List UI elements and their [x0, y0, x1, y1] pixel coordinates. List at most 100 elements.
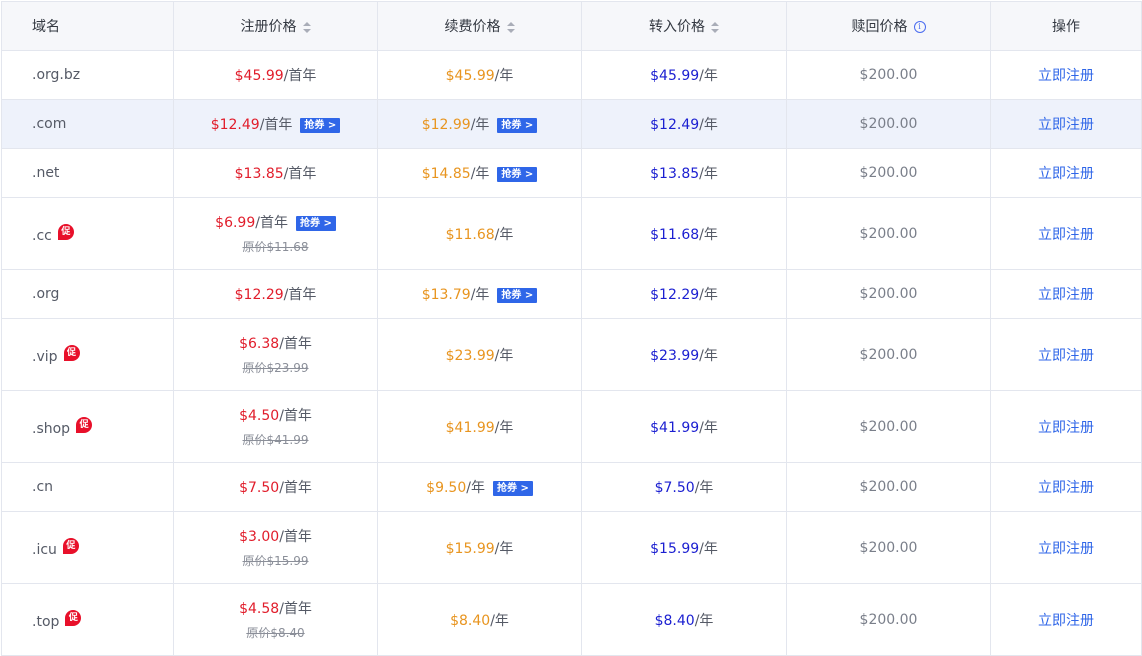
domain-name: .cn: [32, 479, 54, 495]
register-price: $4.58: [239, 601, 280, 617]
cell-redeem-price: $200.00: [786, 583, 991, 656]
cell-action: 立即注册: [990, 197, 1142, 270]
cell-redeem-price: $200.00: [786, 390, 991, 463]
register-now-link[interactable]: 立即注册: [1038, 348, 1094, 364]
table-row: .org.bz $45.99/首年 $45.99/年 $45.99/年 $200.00 立…: [1, 50, 1142, 100]
transfer-price: $11.68: [650, 226, 700, 243]
transfer-price: $23.99: [650, 347, 700, 364]
table-row: .vip 促 $6.38/首年 原价$23.99 $23.99/年 $23.99/年 $20…: [1, 318, 1142, 391]
original-price: 原价$11.68: [242, 240, 309, 254]
original-price: 原价$8.40: [246, 626, 305, 640]
cell-transfer-price: $45.99/年: [581, 50, 787, 100]
register-now-link[interactable]: 立即注册: [1038, 480, 1094, 496]
cell-action: 立即注册: [990, 99, 1142, 149]
register-now-link[interactable]: 立即注册: [1038, 227, 1094, 243]
register-price: $45.99: [234, 68, 284, 84]
sort-icon[interactable]: [302, 21, 311, 33]
cell-domain: .icu 促: [1, 511, 174, 584]
register-price: $12.29: [234, 287, 284, 303]
cell-register-price: $3.00/首年 原价$15.99: [173, 511, 378, 584]
cell-transfer-price: $7.50/年: [581, 462, 787, 512]
cell-redeem-price: $200.00: [786, 50, 991, 100]
renew-price: $45.99: [445, 68, 495, 84]
header-domain-label: 域名: [32, 19, 60, 35]
coupon-button[interactable]: 抢券 >: [300, 118, 341, 133]
renew-price: $13.79: [421, 287, 471, 303]
register-now-link[interactable]: 立即注册: [1038, 68, 1094, 84]
cell-domain: .cn: [1, 462, 174, 512]
cell-action: 立即注册: [990, 511, 1142, 584]
cell-renew-price: $11.68/年: [377, 197, 582, 270]
cell-action: 立即注册: [990, 269, 1142, 319]
transfer-unit: /年: [699, 166, 718, 182]
transfer-unit: /年: [699, 540, 718, 557]
promo-badge-icon: 促: [62, 537, 79, 554]
cell-register-price: $4.50/首年 原价$41.99: [173, 390, 378, 463]
register-now-link[interactable]: 立即注册: [1038, 166, 1094, 182]
redeem-price: $200.00: [859, 67, 918, 83]
coupon-button[interactable]: 抢券 >: [497, 118, 538, 133]
original-price: 原价$41.99: [242, 433, 309, 447]
register-unit: /首年: [283, 166, 317, 182]
cell-action: 立即注册: [990, 148, 1142, 198]
coupon-button[interactable]: 抢券 >: [295, 216, 336, 231]
register-now-link[interactable]: 立即注册: [1038, 117, 1094, 133]
register-now-link[interactable]: 立即注册: [1038, 420, 1094, 436]
register-now-link[interactable]: 立即注册: [1038, 541, 1094, 557]
domain-name: .net: [32, 165, 60, 181]
register-unit: /首年: [283, 68, 317, 84]
redeem-price: $200.00: [859, 479, 918, 495]
transfer-price: $45.99: [650, 68, 700, 84]
domain-name: .shop: [32, 420, 71, 437]
cell-transfer-price: $41.99/年: [581, 390, 787, 463]
cell-domain: .shop 促: [1, 390, 174, 463]
cell-redeem-price: $200.00: [786, 318, 991, 391]
cell-domain: .org.bz: [1, 50, 174, 100]
register-price: $7.50: [239, 480, 280, 496]
transfer-unit: /年: [699, 68, 718, 84]
renew-price: $15.99: [445, 540, 495, 557]
cell-renew-price: $8.40/年: [377, 583, 582, 656]
cell-register-price: $4.58/首年原价$8.40: [173, 583, 378, 656]
transfer-unit: /年: [699, 226, 718, 243]
register-unit: /首年: [279, 480, 312, 496]
redeem-price: $200.00: [859, 116, 918, 132]
sort-icon[interactable]: [711, 21, 719, 33]
cell-register-price: $6.99/首年 抢券 > 原价$11.68: [173, 197, 378, 270]
table-row: .cn $7.50/首年 $9.50/年 抢券 > $7.50/年 $200.00 立即注册: [1, 462, 1142, 512]
header-register-price[interactable]: 注册价格: [173, 1, 378, 51]
header-renew-price[interactable]: 续费价格: [377, 1, 582, 51]
cell-transfer-price: $23.99/年: [581, 318, 787, 391]
register-now-link[interactable]: 立即注册: [1038, 287, 1094, 303]
header-action: 操作: [990, 1, 1142, 51]
redeem-price: $200.00: [859, 165, 918, 181]
cell-transfer-price: $8.40/年: [581, 583, 787, 656]
coupon-button[interactable]: 抢券 >: [492, 481, 533, 496]
domain-name: .cc: [32, 227, 52, 244]
header-domain: 域名: [1, 1, 174, 51]
register-now-link[interactable]: 立即注册: [1038, 613, 1094, 629]
cell-transfer-price: $13.85/年: [581, 148, 787, 198]
cell-action: 立即注册: [990, 390, 1142, 463]
sort-icon[interactable]: [506, 21, 515, 33]
cell-domain: .org: [1, 269, 174, 319]
header-transfer-price[interactable]: 转入价格: [581, 1, 787, 51]
renew-price: $11.68: [445, 226, 495, 243]
redeem-price: $200.00: [859, 611, 918, 628]
coupon-button[interactable]: 抢券 >: [497, 167, 538, 182]
header-redeem-label: 赎回价格: [851, 19, 908, 35]
redeem-price: $200.00: [859, 286, 918, 302]
register-unit: /首年: [279, 601, 312, 617]
transfer-unit: /年: [699, 287, 718, 303]
cell-domain: .com: [1, 99, 174, 149]
info-circle-icon[interactable]: i: [913, 21, 926, 33]
cell-domain: .top 促: [1, 583, 174, 656]
header-row: 域名 注册价格 续费价格 转入价格 赎回价格 i 操作: [1, 1, 1142, 51]
transfer-price: $13.85: [650, 166, 700, 182]
coupon-button[interactable]: 抢券 >: [497, 288, 538, 303]
table-row: .top 促 $4.58/首年 原价$8.40 $8.40/年 $8.40/年 $200.0…: [1, 583, 1142, 656]
cell-renew-price: $45.99/年: [377, 50, 582, 100]
cell-register-price: $7.50/首年: [173, 462, 378, 512]
cell-register-price: $12.49/首年 抢券 >: [173, 99, 378, 149]
renew-unit: /年: [494, 419, 514, 436]
